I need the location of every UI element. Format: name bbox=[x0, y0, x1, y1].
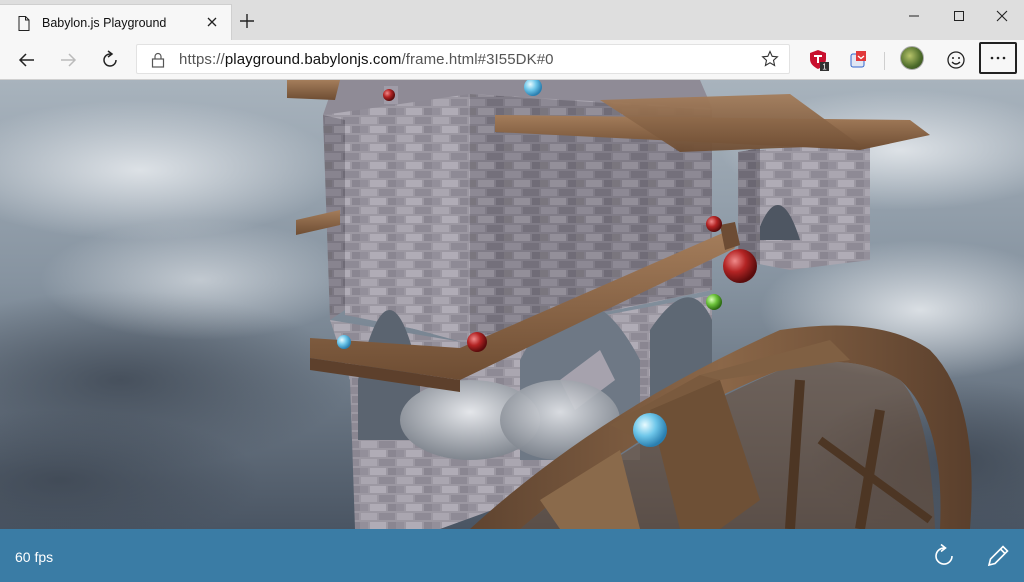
browser-toolbar: https://playground.babylonjs.com/frame.h… bbox=[0, 40, 1024, 80]
castle-scene-image bbox=[0, 80, 1024, 529]
tab-babylonjs-playground[interactable]: Babylon.js Playground bbox=[0, 4, 232, 40]
url-host: playground.babylonjs.com bbox=[224, 51, 402, 68]
plus-icon[interactable] bbox=[238, 12, 256, 30]
url-path: /frame.html#3I55DK#0 bbox=[401, 51, 554, 68]
url-scheme: https:// bbox=[179, 51, 225, 68]
extension-badge: 1 bbox=[822, 63, 827, 72]
address-bar[interactable]: https://playground.babylonjs.com/frame.h… bbox=[136, 44, 790, 74]
close-icon[interactable] bbox=[203, 13, 221, 31]
title-bar: Babylon.js Playground bbox=[0, 0, 1024, 40]
shield-extension-icon[interactable]: 1 bbox=[808, 49, 830, 71]
url-text: https://playground.babylonjs.com/frame.h… bbox=[179, 51, 554, 68]
forward-arrow-icon[interactable] bbox=[56, 48, 80, 72]
window-close-icon[interactable] bbox=[988, 6, 1016, 26]
pencil-icon[interactable] bbox=[984, 542, 1012, 570]
more-button[interactable] bbox=[979, 42, 1017, 74]
page-icon bbox=[18, 16, 30, 31]
render-canvas[interactable] bbox=[0, 80, 1024, 529]
profile-avatar[interactable] bbox=[900, 46, 924, 70]
toolbar-separator bbox=[884, 52, 885, 70]
tab-title: Babylon.js Playground bbox=[42, 16, 167, 30]
pocket-extension-icon[interactable] bbox=[848, 49, 870, 71]
fps-counter: 60 fps bbox=[15, 549, 54, 565]
status-bar: 60 fps bbox=[0, 529, 1024, 582]
ellipsis-icon bbox=[990, 56, 1006, 60]
refresh-icon[interactable] bbox=[98, 48, 122, 72]
restart-icon[interactable] bbox=[930, 542, 958, 570]
lock-icon bbox=[151, 52, 165, 68]
minimize-icon[interactable] bbox=[900, 6, 928, 26]
maximize-icon[interactable] bbox=[945, 6, 973, 26]
smiley-icon[interactable] bbox=[945, 49, 967, 71]
star-icon[interactable] bbox=[761, 50, 779, 68]
back-arrow-icon[interactable] bbox=[15, 48, 39, 72]
